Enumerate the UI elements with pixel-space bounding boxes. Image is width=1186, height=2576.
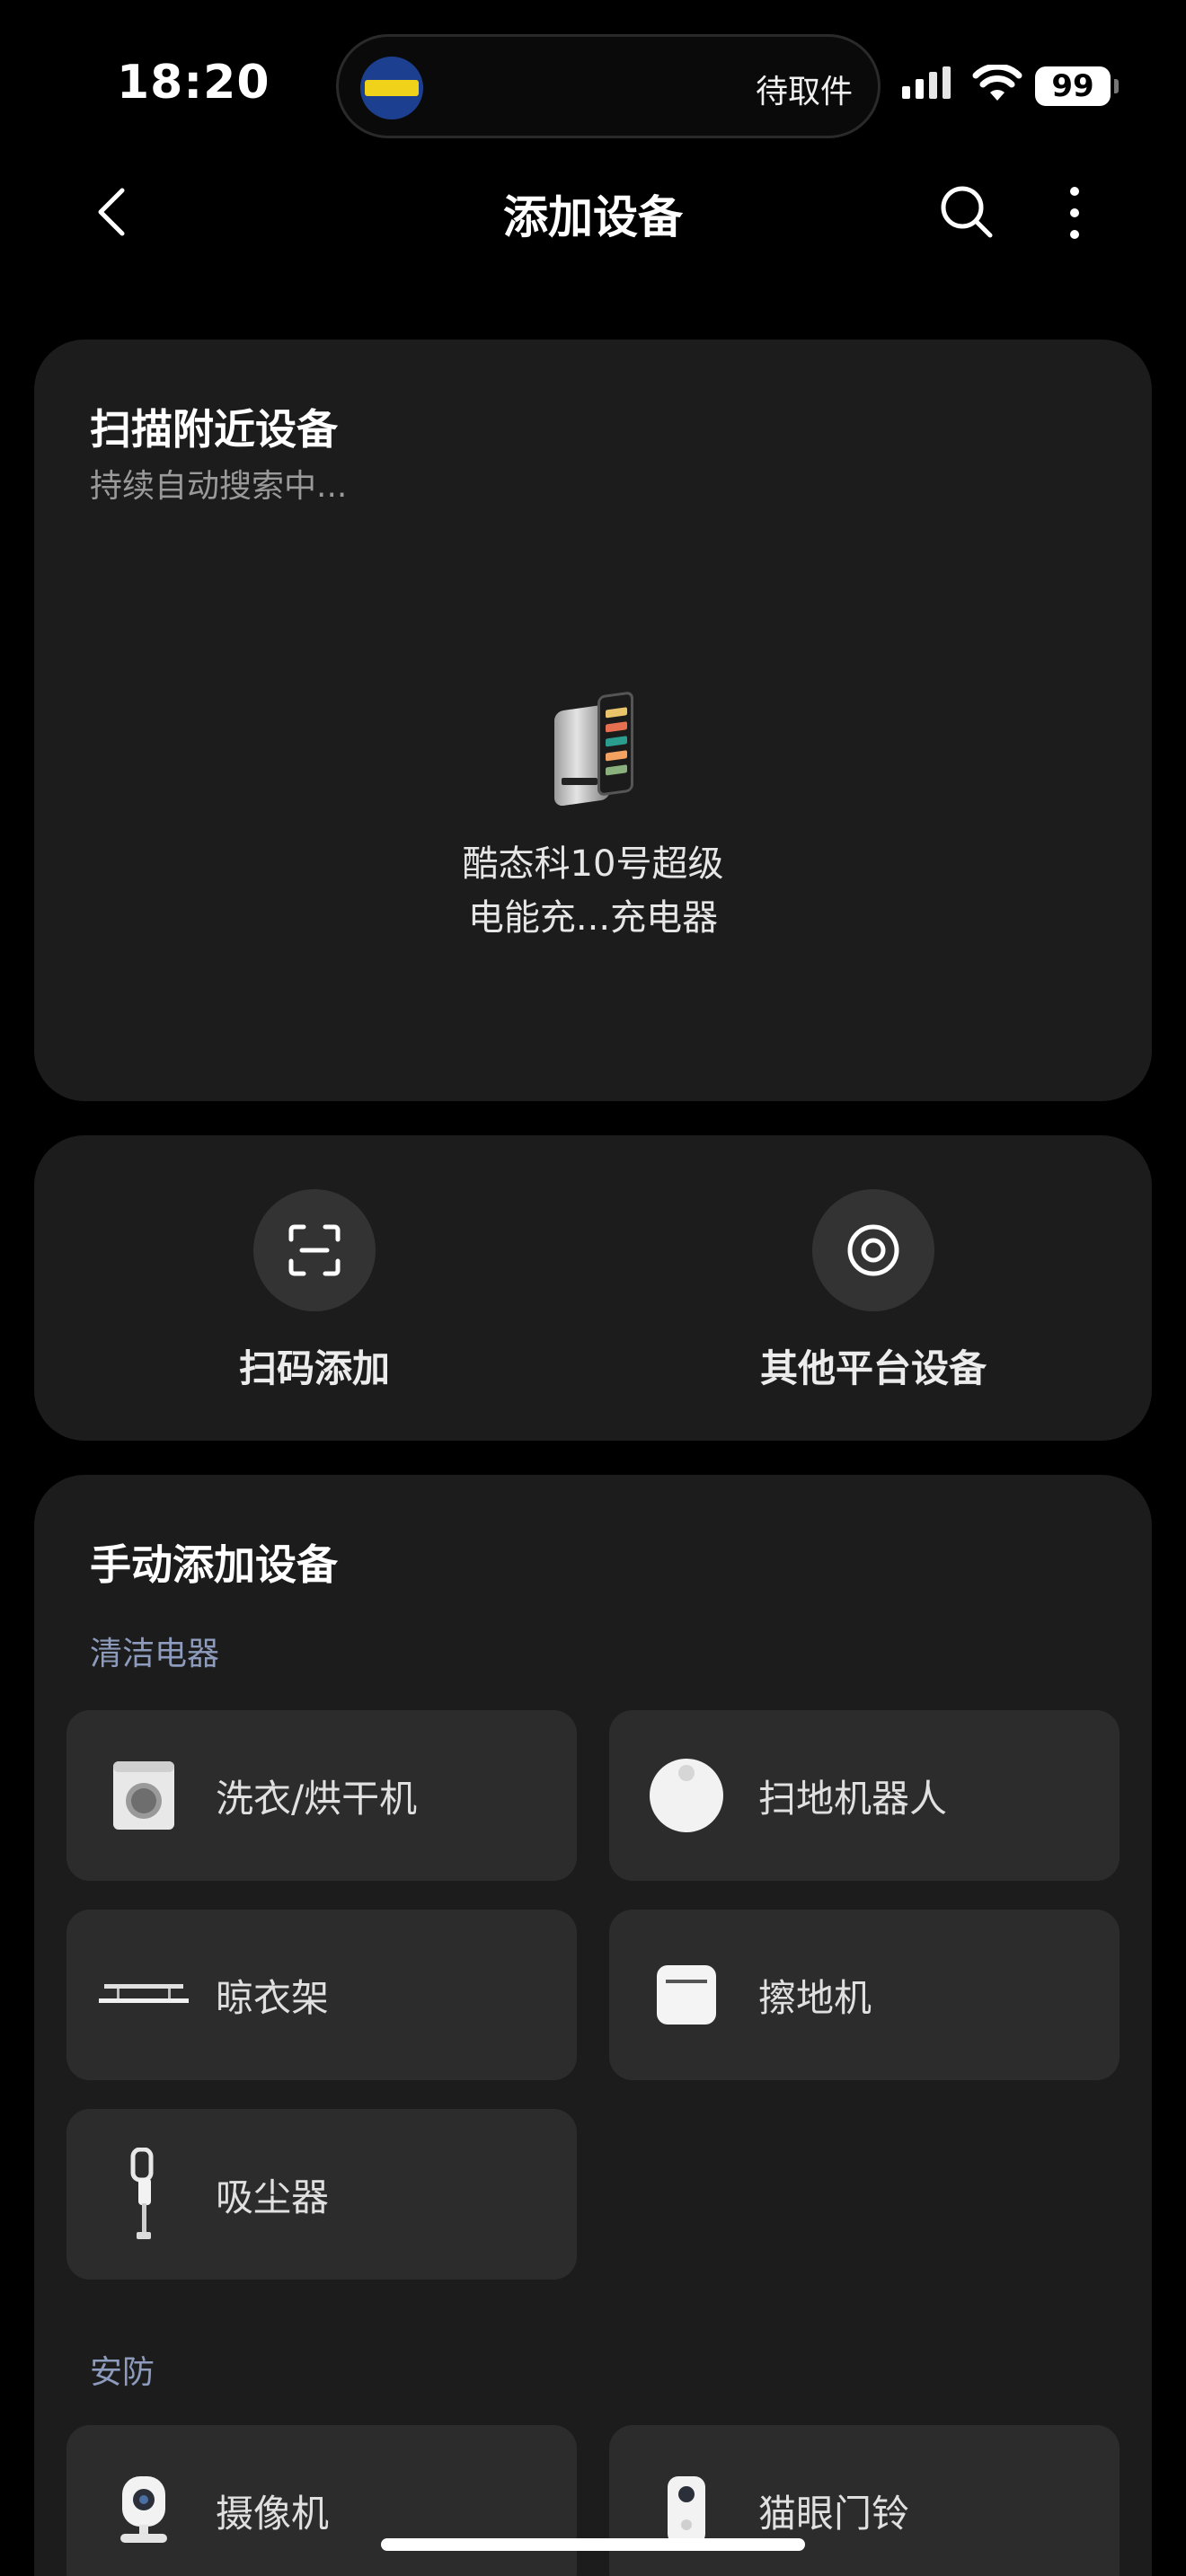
device-label-vacuum-cleaner: 吸尘器 <box>216 2175 330 2219</box>
device-name-line2: 电能充...充电器 <box>467 897 719 939</box>
device-name-line1: 酷态科10号超级 <box>462 843 724 885</box>
device-label-washer: 洗衣/烘干机 <box>216 1776 418 1821</box>
section-cleaning-label: 清洁电器 <box>90 1636 220 1672</box>
battery-tip <box>1114 79 1119 93</box>
scan-qr-icon <box>253 1189 376 1311</box>
manual-add-title: 手动添加设备 <box>90 1540 338 1589</box>
found-device[interactable]: 酷态科10号超级 电能充...充电器 <box>34 690 1152 945</box>
battery-icon: 99 <box>1035 66 1111 106</box>
courier-logo-icon <box>360 57 423 119</box>
device-tile-floor-scrubber[interactable]: 擦地机 <box>609 1910 1120 2080</box>
add-methods-card: 扫码添加 其他平台设备 <box>34 1135 1152 1441</box>
other-platform-button[interactable]: 其他平台设备 <box>694 1189 1053 1393</box>
scan-qr-label: 扫码添加 <box>238 1346 390 1390</box>
vacuum-cleaner-icon <box>99 2148 189 2239</box>
device-label-camera: 摄像机 <box>216 2491 330 2536</box>
wifi-icon <box>972 65 1022 101</box>
device-tile-robot-vacuum[interactable]: 扫地机器人 <box>609 1710 1120 1881</box>
home-indicator[interactable] <box>381 2538 805 2551</box>
add-device-screen: 18:20 待取件 99 添加设备 扫描附近设备 持续自动搜索中... 酷态科1… <box>0 0 1186 2576</box>
clothes-rack-icon <box>99 1950 189 2040</box>
more-icon[interactable] <box>1066 187 1084 239</box>
device-label-clothes-rack: 晾衣架 <box>216 1975 330 2020</box>
other-platform-icon <box>812 1189 934 1311</box>
charger-icon <box>551 690 635 807</box>
status-time: 18:20 <box>117 56 270 110</box>
section-security-label: 安防 <box>90 2354 155 2391</box>
device-tile-clothes-rack[interactable]: 晾衣架 <box>66 1910 577 2080</box>
island-status-text: 待取件 <box>755 74 853 110</box>
dynamic-island[interactable]: 待取件 <box>336 34 881 138</box>
other-platform-label: 其他平台设备 <box>759 1346 987 1390</box>
floor-scrubber-icon <box>642 1950 731 2040</box>
device-tile-doorbell[interactable]: 猫眼门铃 <box>609 2425 1120 2576</box>
washing-machine-icon <box>99 1751 189 1840</box>
scan-status-subtitle: 持续自动搜索中... <box>90 468 348 505</box>
scan-nearby-card: 扫描附近设备 持续自动搜索中... 酷态科10号超级 电能充...充电器 <box>34 340 1152 1101</box>
device-tile-vacuum-cleaner[interactable]: 吸尘器 <box>66 2109 577 2280</box>
found-device-name: 酷态科10号超级 电能充...充电器 <box>34 837 1152 945</box>
camera-icon <box>99 2466 189 2555</box>
device-tile-camera[interactable]: 摄像机 <box>66 2425 577 2576</box>
scan-nearby-title: 扫描附近设备 <box>90 405 338 454</box>
device-label-robot-vacuum: 扫地机器人 <box>758 1776 948 1821</box>
scan-qr-button[interactable]: 扫码添加 <box>135 1189 494 1393</box>
page-title: 添加设备 <box>503 191 683 243</box>
device-tile-washer[interactable]: 洗衣/烘干机 <box>66 1710 577 1881</box>
manual-add-card: 手动添加设备 清洁电器 洗衣/烘干机 扫地机器人 晾衣架 擦地机 吸尘器 安防 … <box>34 1475 1152 2576</box>
cellular-signal-icon <box>902 66 951 99</box>
search-icon[interactable] <box>938 183 996 241</box>
device-label-floor-scrubber: 擦地机 <box>758 1975 872 2020</box>
device-label-doorbell: 猫眼门铃 <box>758 2491 910 2536</box>
robot-vacuum-icon <box>642 1751 731 1840</box>
